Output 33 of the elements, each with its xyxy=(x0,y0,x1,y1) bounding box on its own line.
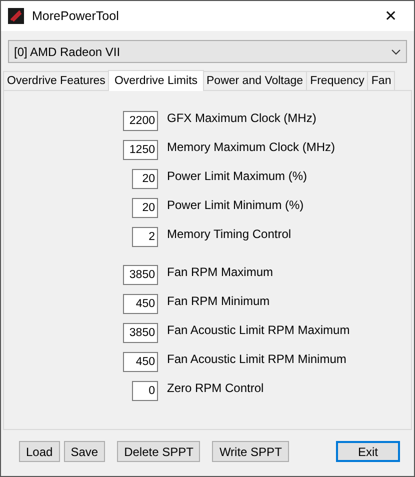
field-label: Power Limit Maximum (%) xyxy=(167,169,308,183)
tab[interactable]: Fan xyxy=(367,71,396,90)
value-field[interactable]: 450 xyxy=(123,294,158,314)
field-label: Fan RPM Minimum xyxy=(167,294,270,308)
app-logo-icon xyxy=(8,8,24,24)
value-field[interactable]: 0 xyxy=(132,381,158,401)
field-label: Memory Maximum Clock (MHz) xyxy=(167,140,335,154)
value-field[interactable]: 3850 xyxy=(123,323,158,343)
device-dropdown[interactable]: [0] AMD Radeon VII xyxy=(8,40,407,63)
value-field[interactable]: 1250 xyxy=(123,140,158,160)
field-label: Zero RPM Control xyxy=(167,381,264,395)
value-field[interactable]: 20 xyxy=(132,198,158,218)
value-field[interactable]: 2200 xyxy=(123,111,158,131)
field-label: Fan Acoustic Limit RPM Maximum xyxy=(167,323,350,337)
value-field[interactable]: 20 xyxy=(132,169,158,189)
action-button[interactable]: Exit xyxy=(336,441,400,462)
value-field[interactable]: 3850 xyxy=(123,265,158,285)
field-label: GFX Maximum Clock (MHz) xyxy=(167,111,316,125)
field-label: Fan RPM Maximum xyxy=(167,265,274,279)
action-button[interactable]: Load xyxy=(19,441,60,462)
chevron-icon xyxy=(391,48,401,54)
action-button[interactable]: Write SPPT xyxy=(212,441,289,462)
value-field[interactable]: 450 xyxy=(123,352,158,372)
value-field[interactable]: 2 xyxy=(132,227,158,247)
tab[interactable]: Overdrive Limits xyxy=(108,70,204,91)
action-button[interactable]: Save xyxy=(64,441,106,462)
action-button[interactable]: Delete SPPT xyxy=(117,441,200,462)
field-label: Fan Acoustic Limit RPM Minimum xyxy=(167,352,346,366)
close-icon[interactable]: ✕ xyxy=(368,7,414,25)
field-label: Power Limit Minimum (%) xyxy=(167,198,304,212)
field-label: Memory Timing Control xyxy=(167,227,292,241)
window-title: MorePowerTool xyxy=(32,9,120,23)
tab[interactable]: Overdrive Features xyxy=(3,71,110,90)
